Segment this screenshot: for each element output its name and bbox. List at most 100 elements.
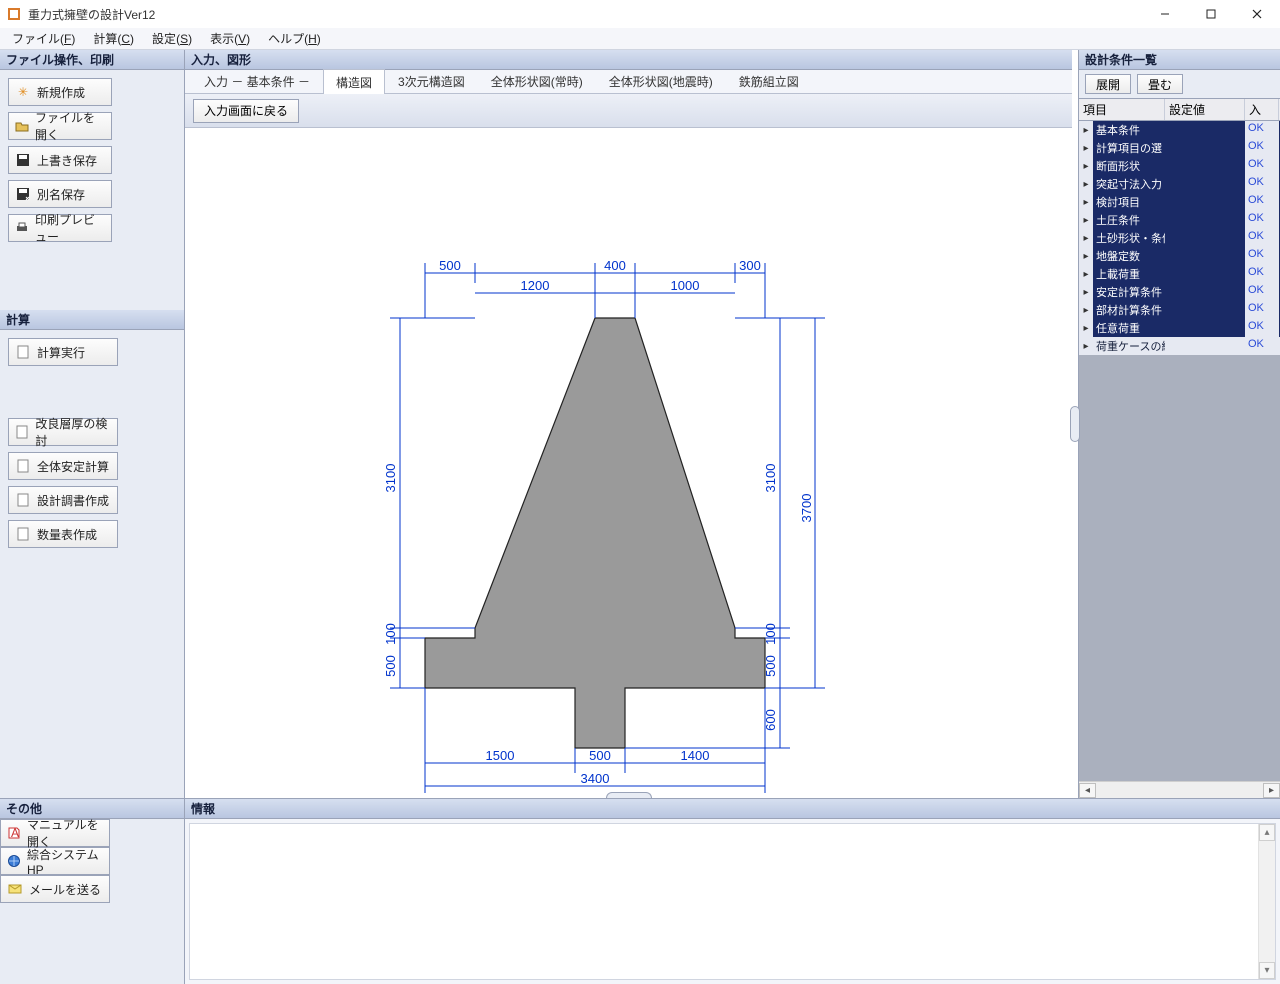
expand-icon[interactable]: ▸ xyxy=(1079,157,1093,175)
cond-row-key[interactable]: ▸突起寸法入力OK xyxy=(1079,175,1280,193)
splitter-right-handle[interactable] xyxy=(1070,406,1080,442)
collapse-all-button[interactable]: 畳む xyxy=(1137,74,1183,94)
minimize-button[interactable] xyxy=(1142,0,1188,28)
open-icon xyxy=(15,118,29,134)
window-controls xyxy=(1142,0,1280,28)
cond-row-stability[interactable]: ▸安定計算条件OK xyxy=(1079,283,1280,301)
tab-shape-seismic[interactable]: 全体形状図(地震時) xyxy=(596,68,726,93)
splitter-right[interactable] xyxy=(1072,50,1078,798)
cond-row-soil[interactable]: ▸土砂形状・条件OK xyxy=(1079,229,1280,247)
menu-help[interactable]: ヘルプ(H) xyxy=(260,28,329,49)
expand-icon[interactable]: ▸ xyxy=(1079,229,1093,247)
run-calc-button[interactable]: 計算実行 xyxy=(8,338,118,366)
globe-icon xyxy=(7,853,21,869)
grid-body[interactable]: ▸基本条件OK ▸計算項目の選OK ▸断面形状OK ▸突起寸法入力OK ▸検討項… xyxy=(1079,121,1280,781)
cond-row-calcitem[interactable]: ▸計算項目の選OK xyxy=(1079,139,1280,157)
cond-row-section[interactable]: ▸断面形状OK xyxy=(1079,157,1280,175)
scroll-down-icon[interactable]: ▾ xyxy=(1259,962,1275,979)
tab-3d[interactable]: 3次元構造図 xyxy=(385,68,478,93)
layer-button[interactable]: 改良層厚の検討 xyxy=(8,418,118,446)
back-to-input-button[interactable]: 入力画面に戻る xyxy=(193,99,299,123)
expand-icon[interactable]: ▸ xyxy=(1079,211,1093,229)
layer-label: 改良層厚の検討 xyxy=(35,415,111,449)
save-label: 上書き保存 xyxy=(37,152,97,169)
expand-icon[interactable]: ▸ xyxy=(1079,121,1093,139)
expand-icon[interactable]: ▸ xyxy=(1079,301,1093,319)
dim-right-100: 100 xyxy=(763,623,778,645)
expand-icon[interactable]: ▸ xyxy=(1079,247,1093,265)
drawing-canvas[interactable]: 500 1200 400 1000 300 3100 100 500 xyxy=(185,128,1072,798)
print-label: 印刷プレビュー xyxy=(35,211,105,245)
cond-row-ground[interactable]: ▸地盤定数OK xyxy=(1079,247,1280,265)
saveas-label: 別名保存 xyxy=(37,186,85,203)
menu-view[interactable]: 表示(V) xyxy=(202,28,258,49)
center-panel: 入力、図形 入力 － 基本条件 － 構造図 3次元構造図 全体形状図(常時) 全… xyxy=(185,50,1072,798)
report-button[interactable]: 設計調書作成 xyxy=(8,486,118,514)
cond-row-loadcase[interactable]: ▸荷重ケースの編OK xyxy=(1079,337,1280,355)
tabs: 入力 － 基本条件 － 構造図 3次元構造図 全体形状図(常時) 全体形状図(地… xyxy=(185,70,1072,94)
app-title: 重力式擁壁の設計Ver12 xyxy=(28,6,155,23)
dim-top-500: 500 xyxy=(439,258,461,273)
new-icon: ✳ xyxy=(15,84,31,100)
menu-calc[interactable]: 計算(C) xyxy=(85,28,142,49)
print-preview-button[interactable]: 印刷プレビュー xyxy=(8,214,112,242)
dim-right-500: 500 xyxy=(763,655,778,677)
dim-top-300: 300 xyxy=(739,258,761,273)
pdf-icon: A xyxy=(7,825,21,841)
app-icon xyxy=(6,6,22,22)
expand-all-button[interactable]: 展開 xyxy=(1085,74,1131,94)
tab-input-basic[interactable]: 入力 － 基本条件 － xyxy=(191,68,323,93)
titlebar: 重力式擁壁の設計Ver12 xyxy=(0,0,1280,28)
saveas-button[interactable]: 別名保存 xyxy=(8,180,112,208)
canvas-toolbar: 入力画面に戻る xyxy=(185,94,1072,128)
cond-row-arbitrary[interactable]: ▸任意荷重OK xyxy=(1079,319,1280,337)
scroll-right-icon[interactable]: ▸ xyxy=(1263,783,1280,798)
maximize-button[interactable] xyxy=(1188,0,1234,28)
dim-left-100: 100 xyxy=(383,623,398,645)
left-header-calc: 計算 xyxy=(0,310,184,330)
expand-icon[interactable]: ▸ xyxy=(1079,139,1093,157)
scroll-left-icon[interactable]: ◂ xyxy=(1079,783,1096,798)
expand-icon[interactable]: ▸ xyxy=(1079,337,1093,355)
cond-row-earth[interactable]: ▸土圧条件OK xyxy=(1079,211,1280,229)
grid-header: 項目 設定値 入 xyxy=(1079,98,1280,121)
menu-file[interactable]: ファイル(F) xyxy=(4,28,83,49)
open-button[interactable]: ファイルを開く xyxy=(8,112,112,140)
splitter-handle-bottom[interactable] xyxy=(606,792,652,798)
manual-button[interactable]: Aマニュアルを開く xyxy=(0,819,110,847)
workspace: ファイル操作、印刷 ✳新規作成 ファイルを開く 上書き保存 別名保存 印刷プレビ… xyxy=(0,50,1280,798)
expand-icon[interactable]: ▸ xyxy=(1079,193,1093,211)
info-header: 情報 xyxy=(185,799,1280,819)
cond-row-member[interactable]: ▸部材計算条件OK xyxy=(1079,301,1280,319)
tab-structure[interactable]: 構造図 xyxy=(323,69,385,94)
save-button[interactable]: 上書き保存 xyxy=(8,146,112,174)
scroll-up-icon[interactable]: ▴ xyxy=(1259,824,1275,841)
cond-row-basic[interactable]: ▸基本条件OK xyxy=(1079,121,1280,139)
cond-row-check[interactable]: ▸検討項目OK xyxy=(1079,193,1280,211)
col-in: 入 xyxy=(1245,99,1279,120)
close-button[interactable] xyxy=(1234,0,1280,28)
left-panel: ファイル操作、印刷 ✳新規作成 ファイルを開く 上書き保存 別名保存 印刷プレビ… xyxy=(0,50,185,798)
dim-left-500: 500 xyxy=(383,655,398,677)
dim-bot-500: 500 xyxy=(589,748,611,763)
other-body: Aマニュアルを開く 綜合システムHP メールを送る xyxy=(0,819,184,903)
new-button[interactable]: ✳新規作成 xyxy=(8,78,112,106)
dim-bot-1500: 1500 xyxy=(486,748,515,763)
info-body[interactable]: ▴ ▾ xyxy=(189,823,1276,980)
right-hscroll[interactable]: ◂ ▸ xyxy=(1079,781,1280,798)
tab-rebar[interactable]: 鉄筋組立図 xyxy=(726,68,812,93)
quantity-button[interactable]: 数量表作成 xyxy=(8,520,118,548)
expand-icon[interactable]: ▸ xyxy=(1079,265,1093,283)
expand-icon[interactable]: ▸ xyxy=(1079,175,1093,193)
info-vscroll[interactable]: ▴ ▾ xyxy=(1258,824,1275,979)
qty-label: 数量表作成 xyxy=(37,526,97,543)
menu-settings[interactable]: 設定(S) xyxy=(144,28,200,49)
expand-icon[interactable]: ▸ xyxy=(1079,319,1093,337)
stability-button[interactable]: 全体安定計算 xyxy=(8,452,118,480)
cond-row-surcharge[interactable]: ▸上載荷重OK xyxy=(1079,265,1280,283)
hp-button[interactable]: 綜合システムHP xyxy=(0,847,110,875)
tab-shape-normal[interactable]: 全体形状図(常時) xyxy=(478,68,596,93)
run-label: 計算実行 xyxy=(37,344,85,361)
mail-button[interactable]: メールを送る xyxy=(0,875,110,903)
expand-icon[interactable]: ▸ xyxy=(1079,283,1093,301)
